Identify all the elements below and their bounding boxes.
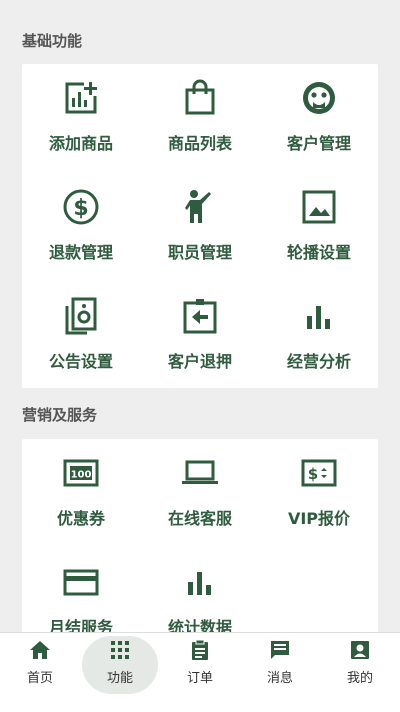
- clipboard-icon: [189, 639, 211, 661]
- apps-grid-icon: [109, 639, 131, 661]
- item-label: 公告设置: [48, 352, 113, 371]
- item-label: 轮播设置: [286, 243, 351, 262]
- tab-profile[interactable]: 我的: [320, 633, 400, 693]
- section-title-marketing: 营销及服务: [22, 406, 98, 424]
- announcement-settings-item[interactable]: 公告设置: [22, 282, 140, 382]
- dollar-circle-icon: $: [62, 188, 100, 226]
- section-title-basic: 基础功能: [22, 32, 83, 50]
- image-icon: [300, 188, 338, 226]
- price-tag-icon: $: [300, 454, 338, 492]
- tab-label: 功能: [106, 671, 133, 686]
- person-wave-icon: [181, 188, 219, 226]
- business-analysis-item[interactable]: 经营分析: [260, 282, 378, 382]
- face-icon: [300, 79, 338, 117]
- refund-management-item[interactable]: $ 退款管理: [22, 173, 140, 273]
- shopping-bag-icon: [181, 79, 219, 117]
- item-label: 职员管理: [167, 243, 232, 262]
- svg-text:$: $: [73, 196, 88, 221]
- tab-label: 订单: [186, 671, 213, 686]
- return-clipboard-icon: [181, 297, 219, 335]
- banner-settings-item[interactable]: 轮播设置: [260, 173, 378, 273]
- item-label: 商品列表: [167, 134, 232, 153]
- tab-functions[interactable]: 功能: [80, 633, 160, 694]
- customer-management-item[interactable]: 客户管理: [260, 64, 378, 164]
- svg-text:$: $: [308, 465, 318, 483]
- item-label: 在线客服: [167, 509, 232, 528]
- online-service-item[interactable]: 在线客服: [141, 439, 259, 539]
- product-list-item[interactable]: 商品列表: [141, 64, 259, 164]
- item-label: 退款管理: [48, 243, 113, 262]
- add-product-item[interactable]: 添加商品: [22, 64, 140, 164]
- item-label: 客户管理: [286, 134, 351, 153]
- staff-management-item[interactable]: 职员管理: [141, 173, 259, 273]
- bottom-tab-bar: 首页 功能 订单 消息 我的: [0, 632, 400, 712]
- account-box-icon: [349, 639, 371, 661]
- bar-chart-icon: [300, 297, 338, 335]
- laptop-icon: [181, 454, 219, 492]
- home-icon: [29, 639, 51, 661]
- tab-orders[interactable]: 订单: [160, 633, 240, 693]
- customer-deposit-return-item[interactable]: 客户退押: [141, 282, 259, 382]
- item-label: 添加商品: [48, 134, 113, 153]
- vip-quote-item[interactable]: $ VIP报价: [260, 439, 378, 539]
- item-label: 优惠券: [56, 509, 105, 528]
- tab-messages[interactable]: 消息: [240, 633, 320, 693]
- marketing-services-card: 100 优惠券 在线客服 $ VIP报价 月结服务 统计数据: [22, 439, 378, 639]
- item-label: VIP报价: [287, 509, 351, 528]
- tab-label: 消息: [266, 671, 293, 686]
- coupon-item[interactable]: 100 优惠券: [22, 439, 140, 539]
- item-label: 客户退押: [167, 352, 232, 371]
- coupon-100-icon: 100: [62, 454, 100, 492]
- basic-functions-card: 添加商品 商品列表 客户管理 $ 退款管理 职员管理 轮播设置 公告设置 客户退…: [22, 64, 378, 388]
- add-chart-icon: [62, 79, 100, 117]
- credit-card-icon: [62, 563, 100, 601]
- svg-text:100: 100: [71, 470, 92, 481]
- tab-label: 我的: [346, 671, 373, 686]
- message-icon: [269, 639, 291, 661]
- tab-label: 首页: [26, 671, 53, 686]
- item-label: 经营分析: [286, 352, 351, 371]
- speaker-icon: [62, 297, 100, 335]
- tab-home[interactable]: 首页: [0, 633, 80, 693]
- bar-chart-icon: [181, 563, 219, 601]
